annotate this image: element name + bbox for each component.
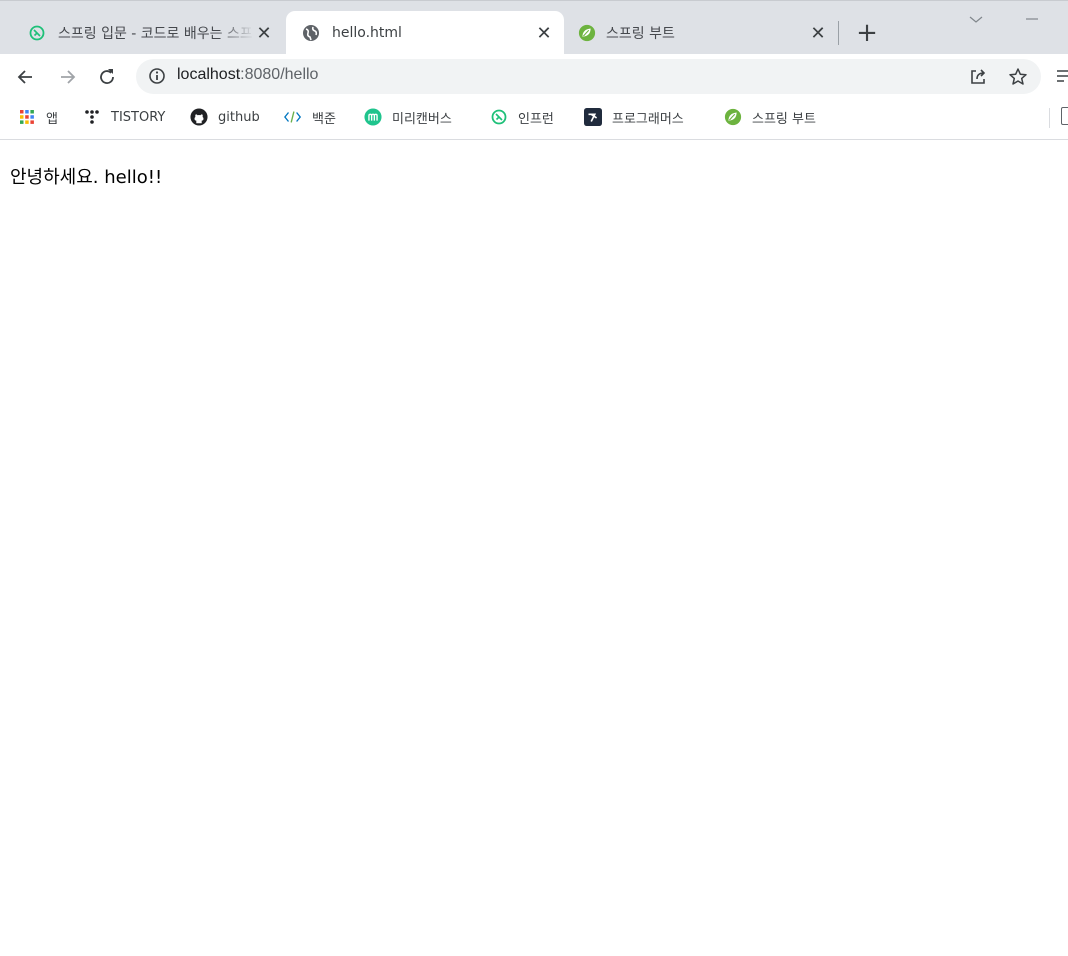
forward-arrow-icon[interactable] (52, 62, 82, 92)
bookmark-label: 프로그래머스 (612, 111, 684, 127)
tab-divider (838, 21, 839, 45)
bookmark-miricanvas[interactable]: 미리캔버스 (364, 106, 452, 128)
bookmark-baekjoon[interactable]: 백준 (284, 106, 336, 128)
bookmark-programmers[interactable]: 프로그래머스 (584, 106, 684, 128)
tab-title: 스프링 입문 - 코드로 배우는 스프링 부트 (58, 26, 254, 42)
bookmark-apps[interactable]: 앱 (18, 106, 58, 128)
tab-title: 스프링 부트 (606, 26, 675, 42)
close-tab-icon[interactable]: ✕ (808, 23, 828, 44)
apps-grid-icon (18, 108, 36, 126)
close-tab-icon[interactable]: ✕ (534, 23, 554, 44)
bookmark-spring-boot[interactable]: 스프링 부트 (724, 106, 816, 128)
tab-hello-html[interactable]: hello.html ✕ (286, 11, 564, 55)
bookmark-star-icon[interactable] (1007, 66, 1029, 88)
info-icon[interactable] (148, 67, 166, 85)
back-arrow-icon[interactable] (11, 62, 41, 92)
greeting-text: 안녕하세요. hello!! (10, 167, 163, 188)
code-brackets-icon (284, 108, 302, 126)
globe-icon (302, 24, 320, 42)
programmers-icon (584, 108, 602, 126)
tab-spring-intro[interactable]: 스프링 입문 - 코드로 배우는 스프링 부트 ✕ (4, 11, 284, 55)
bookmark-label: 백준 (312, 111, 336, 127)
share-icon[interactable] (967, 66, 989, 88)
address-bar[interactable]: localhost:8080/hello (136, 59, 1041, 94)
page-content: 안녕하세요. hello!! (0, 141, 1068, 956)
bookmark-label: 인프런 (518, 111, 554, 127)
browser-toolbar: localhost:8080/hello (0, 54, 1068, 100)
spring-leaf-icon (724, 108, 742, 126)
bookmark-label: TISTORY (111, 109, 166, 125)
bookmark-label: 스프링 부트 (752, 111, 816, 127)
reading-list-icon[interactable] (1056, 68, 1068, 84)
tab-title: hello.html (332, 25, 402, 41)
bookmarks-divider (1049, 108, 1050, 128)
tab-strip: 스프링 입문 - 코드로 배우는 스프링 부트 ✕ hello.html ✕ 스… (0, 0, 1068, 55)
close-tab-icon[interactable]: ✕ (254, 23, 274, 44)
bookmark-tistory[interactable]: TISTORY (83, 106, 165, 128)
bookmarks-bar: 앱 TISTORY github 백준 미리캔버스 인프런 프로그래머스 스프링… (0, 100, 1068, 140)
bookmark-github[interactable]: github (190, 106, 260, 128)
miricanvas-icon (364, 108, 382, 126)
url-path: :8080/hello (240, 66, 319, 83)
new-tab-button[interactable]: + (855, 19, 879, 47)
url-host: localhost (177, 66, 241, 83)
bookmark-inflearn[interactable]: 인프런 (490, 106, 554, 128)
tistory-icon (83, 108, 101, 126)
tab-spring-boot[interactable]: 스프링 부트 ✕ (564, 11, 838, 55)
github-icon (190, 108, 208, 126)
inflearn-icon (490, 108, 508, 126)
chevron-down-icon[interactable] (966, 9, 986, 29)
minimize-icon[interactable] (1022, 9, 1042, 29)
other-bookmarks-icon[interactable] (1061, 107, 1068, 125)
bookmark-label: github (218, 109, 260, 125)
spring-leaf-icon (578, 24, 596, 42)
reload-icon[interactable] (92, 62, 122, 92)
inflearn-icon (28, 24, 46, 42)
bookmark-label: 앱 (46, 111, 58, 127)
url-text[interactable]: localhost:8080/hello (177, 66, 318, 84)
bookmark-label: 미리캔버스 (392, 111, 452, 127)
